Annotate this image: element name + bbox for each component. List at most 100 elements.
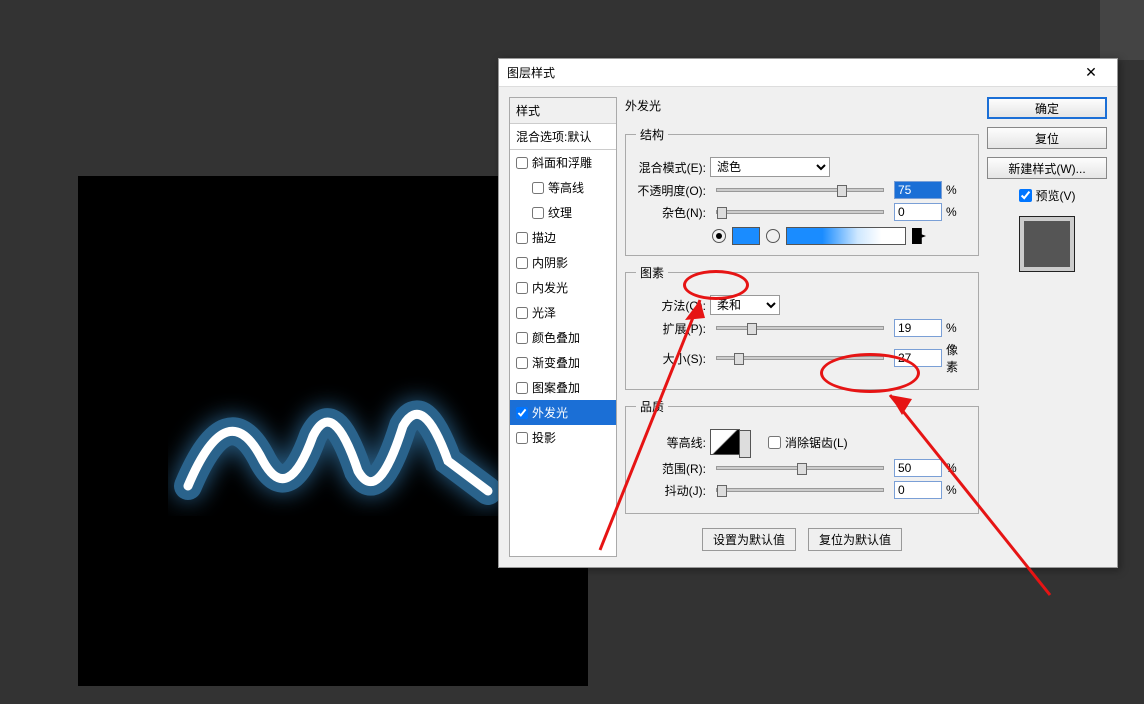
style-item[interactable]: 外发光: [510, 400, 616, 425]
noise-label: 杂色(N):: [636, 204, 706, 221]
spread-label: 扩展(P):: [636, 320, 706, 337]
structure-group: 结构 混合模式(E): 滤色 不透明度(O): % 杂色(N): %: [625, 126, 979, 256]
preview-toggle[interactable]: 预览(V): [987, 187, 1107, 204]
spread-input[interactable]: [894, 319, 942, 337]
style-label: 描边: [532, 229, 556, 246]
style-item[interactable]: 纹理: [510, 200, 616, 225]
style-checkbox[interactable]: [532, 207, 544, 219]
noise-slider[interactable]: [716, 210, 884, 214]
effect-title: 外发光: [625, 97, 979, 114]
contour-label: 等高线:: [636, 434, 706, 451]
style-checkbox[interactable]: [516, 157, 528, 169]
make-default-button[interactable]: 设置为默认值: [702, 528, 796, 551]
style-label: 渐变叠加: [532, 354, 580, 371]
spread-slider[interactable]: [716, 326, 884, 330]
cancel-button[interactable]: 复位: [987, 127, 1107, 149]
style-checkbox[interactable]: [532, 182, 544, 194]
style-item[interactable]: 斜面和浮雕: [510, 150, 616, 175]
jitter-label: 抖动(J):: [636, 482, 706, 499]
right-dock: [1100, 0, 1144, 60]
style-label: 图案叠加: [532, 379, 580, 396]
style-checkbox[interactable]: [516, 257, 528, 269]
structure-legend: 结构: [636, 126, 668, 143]
glow-color-swatch[interactable]: [732, 227, 760, 245]
jitter-slider[interactable]: [716, 488, 884, 492]
style-label: 外发光: [532, 404, 568, 421]
style-item[interactable]: 内阴影: [510, 250, 616, 275]
antialias-label: 消除锯齿(L): [785, 434, 848, 451]
range-label: 范围(R):: [636, 460, 706, 477]
style-checkbox[interactable]: [516, 382, 528, 394]
style-checkbox[interactable]: [516, 282, 528, 294]
style-label: 内发光: [532, 279, 568, 296]
layer-style-dialog: 图层样式 ✕ 样式 混合选项:默认 斜面和浮雕等高线纹理描边内阴影内发光光泽颜色…: [498, 58, 1118, 568]
technique-label: 方法(Q):: [636, 297, 706, 314]
noise-input[interactable]: [894, 203, 942, 221]
new-style-button[interactable]: 新建样式(W)...: [987, 157, 1107, 179]
elements-group: 图素 方法(Q): 柔和 扩展(P): % 大小(S): 像素: [625, 264, 979, 390]
styles-header: 样式: [510, 98, 616, 124]
opacity-unit: %: [946, 183, 968, 197]
blend-mode-label: 混合模式(E):: [636, 159, 706, 176]
noise-unit: %: [946, 205, 968, 219]
dialog-buttons: 确定 复位 新建样式(W)... 预览(V): [987, 97, 1107, 557]
style-item[interactable]: 渐变叠加: [510, 350, 616, 375]
preview-label: 预览(V): [1036, 187, 1076, 204]
size-input[interactable]: [894, 349, 942, 367]
quality-legend: 品质: [636, 398, 668, 415]
gradient-dropdown-icon[interactable]: [912, 228, 926, 244]
style-item[interactable]: 投影: [510, 425, 616, 450]
jitter-input[interactable]: [894, 481, 942, 499]
blend-options-item[interactable]: 混合选项:默认: [510, 124, 616, 150]
style-checkbox[interactable]: [516, 307, 528, 319]
gradient-picker[interactable]: [786, 227, 906, 245]
contour-picker[interactable]: [710, 429, 740, 455]
style-item[interactable]: 等高线: [510, 175, 616, 200]
style-label: 等高线: [548, 179, 584, 196]
style-item[interactable]: 光泽: [510, 300, 616, 325]
style-checkbox[interactable]: [516, 407, 528, 419]
jitter-unit: %: [946, 483, 968, 497]
ok-button[interactable]: 确定: [987, 97, 1107, 119]
gradient-radio[interactable]: [766, 229, 780, 243]
range-unit: %: [946, 461, 968, 475]
style-checkbox[interactable]: [516, 332, 528, 344]
preview-checkbox[interactable]: [1019, 189, 1032, 202]
quality-group: 品质 等高线: 消除锯齿(L) 范围(R): % 抖动(J):: [625, 398, 979, 514]
neon-path: [168, 376, 508, 516]
style-label: 颜色叠加: [532, 329, 580, 346]
spread-unit: %: [946, 321, 968, 335]
close-icon[interactable]: ✕: [1073, 64, 1109, 81]
elements-legend: 图素: [636, 264, 668, 281]
style-item[interactable]: 描边: [510, 225, 616, 250]
size-unit: 像素: [946, 341, 968, 375]
preview-swatch: [1019, 216, 1075, 272]
antialias-checkbox[interactable]: [768, 436, 781, 449]
range-input[interactable]: [894, 459, 942, 477]
opacity-slider[interactable]: [716, 188, 884, 192]
color-radio[interactable]: [712, 229, 726, 243]
dialog-title: 图层样式: [507, 64, 1073, 81]
style-label: 投影: [532, 429, 556, 446]
technique-select[interactable]: 柔和: [710, 295, 780, 315]
style-item[interactable]: 颜色叠加: [510, 325, 616, 350]
style-item[interactable]: 图案叠加: [510, 375, 616, 400]
style-checkbox[interactable]: [516, 432, 528, 444]
range-slider[interactable]: [716, 466, 884, 470]
style-checkbox[interactable]: [516, 357, 528, 369]
settings-panel: 外发光 结构 混合模式(E): 滤色 不透明度(O): % 杂色(N):: [625, 97, 979, 557]
style-label: 光泽: [532, 304, 556, 321]
blend-mode-select[interactable]: 滤色: [710, 157, 830, 177]
opacity-input[interactable]: [894, 181, 942, 199]
size-label: 大小(S):: [636, 350, 706, 367]
style-label: 斜面和浮雕: [532, 154, 592, 171]
style-label: 内阴影: [532, 254, 568, 271]
opacity-label: 不透明度(O):: [636, 182, 706, 199]
style-label: 纹理: [548, 204, 572, 221]
style-item[interactable]: 内发光: [510, 275, 616, 300]
reset-default-button[interactable]: 复位为默认值: [808, 528, 902, 551]
titlebar[interactable]: 图层样式 ✕: [499, 59, 1117, 87]
styles-list: 样式 混合选项:默认 斜面和浮雕等高线纹理描边内阴影内发光光泽颜色叠加渐变叠加图…: [509, 97, 617, 557]
size-slider[interactable]: [716, 356, 884, 360]
style-checkbox[interactable]: [516, 232, 528, 244]
